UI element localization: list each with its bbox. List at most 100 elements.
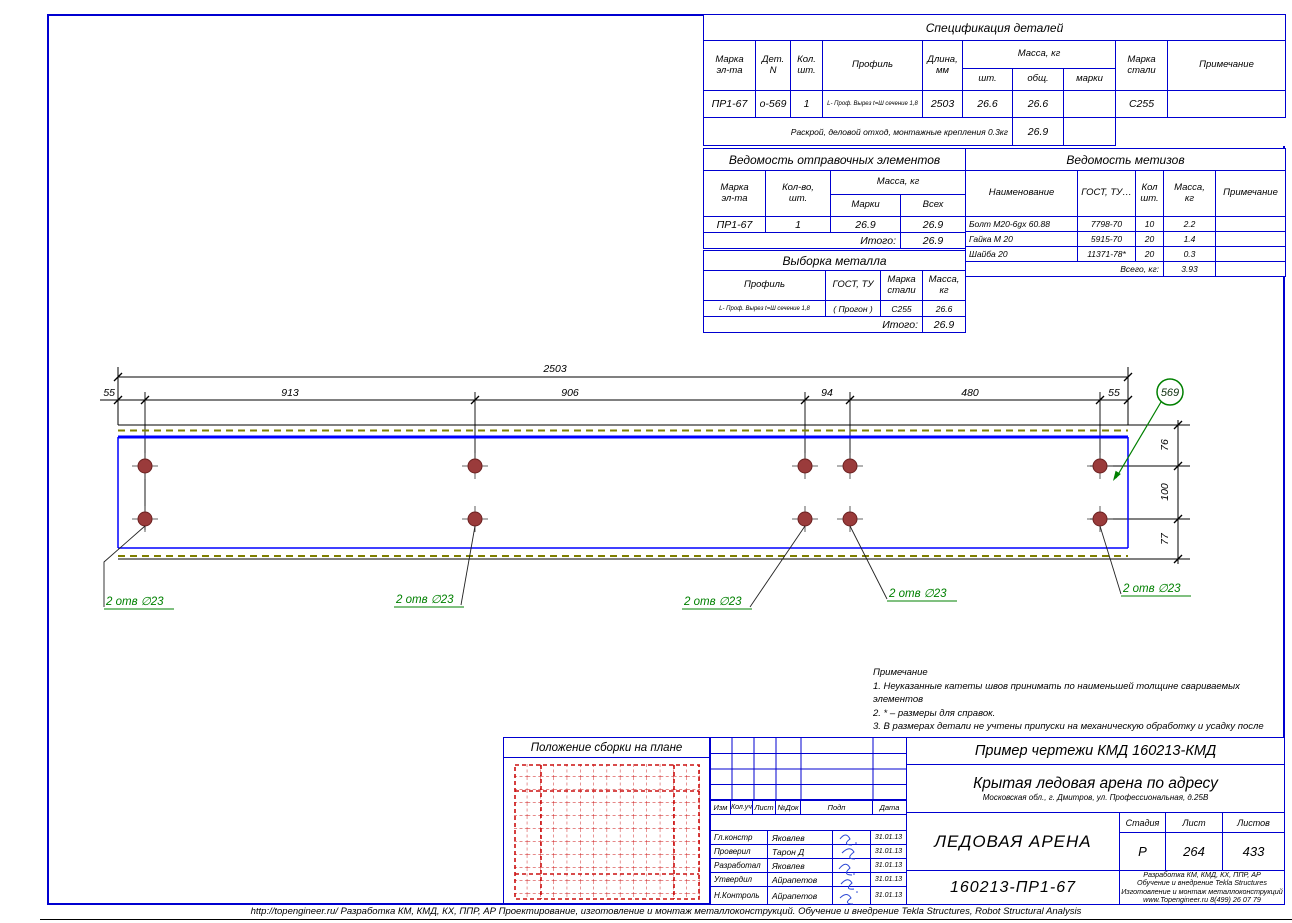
hardware-qty: 20 [1136,247,1164,262]
hardware-title: Ведомость метизов [966,149,1286,171]
hardware-mass: 0.3 [1164,247,1216,262]
hardware-name: Болт М20-6gх 60.88 [966,217,1078,232]
notes-title: Примечание [873,666,1283,680]
spec-col-profile: Профиль [823,41,923,91]
metal-total-label: Итого: [704,317,923,333]
shipping-table: Ведомость отправочных элементов Марка эл… [703,148,966,249]
shipping-col-marks: Марки [831,195,901,217]
rev-header-data: Дата [872,800,907,815]
table-row: Шайба 20 11371-78* 20 0.3 [966,247,1286,262]
spec-footer-label: Раскрой, деловой отход, монтажные крепле… [704,118,1013,146]
rev-header-list: Лист [752,800,776,815]
dim-total: 2503 [542,363,567,375]
hardware-table: Ведомость метизов Наименование ГОСТ, ТУ…… [965,148,1286,277]
spec-val-mark: ПР1-67 [704,91,756,118]
metal-col-steel: Марка стали [881,271,923,301]
metal-col-profile: Профиль [704,271,826,301]
dim-seg: 94 [821,387,833,399]
sign-name: Тарон Д [767,844,833,859]
hardware-note [1216,247,1286,262]
spec-val-note [1168,91,1286,118]
beam-drawing: 2503 55 913 906 94 480 55 76 100 77 [40,350,1292,660]
hardware-qty: 10 [1136,217,1164,232]
dimension-lines [100,367,1190,564]
sign-role: Н.Контроль [710,886,768,905]
metal-val-mass: 26.6 [923,301,966,317]
hardware-name: Гайка М 20 [966,232,1078,247]
table-row: L- Проф. Вырез t=Ш сечение 1,8 ( Прогон … [704,301,966,317]
bolt-holes [132,453,1113,532]
spec-title: Спецификация деталей [704,15,1286,41]
document-title: Пример чертежи КМД 160213-КМД [906,737,1285,765]
plan-grid [514,764,700,900]
table-row: Итого: 26.9 [704,233,966,249]
project-title-cell: Крытая ледовая арена по адресу Московска… [906,764,1285,813]
footer-text: http://topengineer.ru/ Разработка КМ, КМ… [47,906,1285,917]
hardware-col-mass: Масса, кг [1164,171,1216,217]
dim-seg: 906 [561,387,579,399]
hardware-col-note: Примечание [1216,171,1286,217]
shipping-total-label: Итого: [704,233,901,249]
spec-val-mass-pc: 26.6 [963,91,1013,118]
hardware-mass: 2.2 [1164,217,1216,232]
sheets-label: Листов [1222,812,1285,833]
shipping-val-marks: 26.9 [831,217,901,233]
metal-val-profile: L- Проф. Вырез t=Ш сечение 1,8 [704,301,826,317]
table-row: ПР1-67 1 26.9 26.9 [704,217,966,233]
table-row: Итого: 26.9 [704,317,966,333]
metal-val-steel: С255 [881,301,923,317]
shipping-col-mark: Марка эл-та [704,171,766,217]
sign-role: Проверил [710,844,768,859]
note-line: 2. * – размеры для справок. [873,707,1283,721]
rev-header-koluch: Кол.уч [730,800,753,815]
table-row: Раскрой, деловой отход, монтажные крепле… [704,118,1286,146]
shipping-val-mark: ПР1-67 [704,217,766,233]
sign-name: Айрапетов [767,886,833,905]
hardware-qty: 20 [1136,232,1164,247]
hardware-col-gost: ГОСТ, ТУ… [1078,171,1136,217]
title-block: Изм Кол.уч Лист №Док Подп Дата Гл.констр… [710,737,1285,905]
table-row: Всего, кг: 3.93 [966,262,1286,277]
hole-callouts: 2 отв ∅23 2 отв ∅23 2 отв ∅23 2 отв ∅23 … [104,583,1191,609]
table-row: ПР1-67 о-569 1 L- Проф. Вырез t=Ш сечени… [704,91,1286,118]
hole-callout: 2 отв ∅23 [888,588,947,600]
stage-label: Стадия [1119,812,1166,833]
note-line: 1. Неуказанные катеты швов принимать по … [873,680,1283,707]
spec-col-len: Длина, мм [923,41,963,91]
spec-col-mass-pc: шт. [963,69,1013,91]
metal-val-gost: ( Прогон ) [826,301,881,317]
spec-col-mass-total: общ. [1013,69,1064,91]
hardware-col-name: Наименование [966,171,1078,217]
dim-vertical: 100 [1159,483,1171,501]
hole-callout: 2 отв ∅23 [395,594,454,606]
sheet-label: Лист [1165,812,1223,833]
rev-header-podp: Подп [800,800,873,815]
sign-date: 31.01.13 [870,886,907,905]
plan-title: Положение сборки на плане [504,738,709,758]
revision-grid [710,737,907,800]
hole-callout: 2 отв ∅23 [105,596,164,608]
drawing-sheet: { "spec": { "title": "Спецификация детал… [0,0,1292,923]
metal-title: Выборка металла [704,251,966,271]
spec-footer-value: 26.9 [1013,118,1064,146]
plate-outline [118,425,1128,559]
hole-callout: 2 отв ∅23 [1122,583,1181,595]
rev-empty-row [710,814,907,831]
shipping-title: Ведомость отправочных элементов [704,149,966,171]
balloon-label: 569 [1161,387,1179,399]
rev-header-ndok: №Док [775,800,801,815]
revision-grid-lines [711,738,906,799]
dim-seg: 480 [961,387,979,399]
hardware-total-label: Всего, кг: [966,262,1164,277]
spec-val-profile: L- Проф. Вырез t=Ш сечение 1,8 [823,91,923,118]
sheet-bottom-edge [40,919,1292,920]
shipping-total-value: 26.9 [901,233,966,249]
spec-val-steel: С255 [1116,91,1168,118]
sign-role: Утвердил [710,872,768,887]
company-info: Разработка КМ, КМД, КХ, ППР, АР Обучение… [1119,870,1285,905]
hardware-gost: 7798-70 [1078,217,1136,232]
metal-table: Выборка металла Профиль ГОСТ, ТУ Марка с… [703,250,966,333]
object-name: ЛЕДОВАЯ АРЕНА [906,812,1120,871]
table-row: Болт М20-6gх 60.88 7798-70 10 2.2 [966,217,1286,232]
spec-col-mass-marks: марки [1064,69,1116,91]
